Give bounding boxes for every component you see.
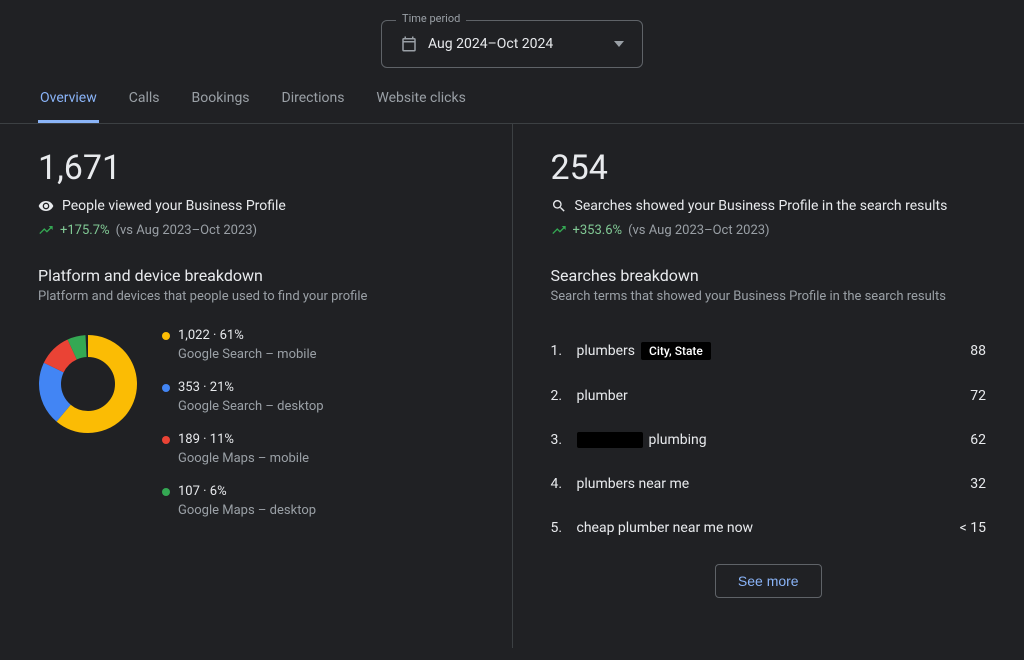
time-period-select[interactable]: Aug 2024–Oct 2024 [382, 21, 642, 67]
views-label-row: People viewed your Business Profile [38, 198, 474, 214]
searches-label-row: Searches showed your Business Profile in… [551, 198, 987, 214]
legend-value: 1,022 · 61% [178, 328, 244, 343]
legend-item: 107 · 6% Google Maps – desktop [162, 484, 324, 518]
search-term-row: 2.plumber72 [551, 374, 987, 418]
breakdown-sub: Platform and devices that people used to… [38, 289, 474, 304]
views-trend: +175.7% (vs Aug 2023–Oct 2023) [38, 222, 474, 238]
time-period-legend: Time period [396, 12, 466, 25]
legend-label: Google Search – mobile [178, 347, 324, 362]
search-term: plumber [577, 388, 971, 404]
eye-icon [38, 198, 54, 214]
search-term: plumbers near me [577, 476, 971, 492]
legend-dot [162, 488, 170, 496]
time-period-container: Time period Aug 2024–Oct 2024 [0, 0, 1024, 76]
search-term-row: 5.cheap plumber near me now< 15 [551, 506, 987, 550]
tab-bookings[interactable]: Bookings [190, 76, 252, 123]
see-more-wrap: See more [551, 564, 987, 598]
searches-trend: +353.6% (vs Aug 2023–Oct 2023) [551, 222, 987, 238]
chevron-down-icon [614, 39, 624, 49]
search-term-row: 1.plumbersCity, State88 [551, 328, 987, 374]
calendar-icon [400, 35, 418, 53]
search-icon [551, 198, 567, 214]
searches-breakdown-title: Searches breakdown [551, 266, 987, 285]
see-more-button[interactable]: See more [715, 564, 822, 598]
search-term-row: 4.plumbers near me32 [551, 462, 987, 506]
searches-label: Searches showed your Business Profile in… [575, 198, 948, 214]
search-term: plumbersCity, State [577, 342, 971, 360]
search-rank: 2. [551, 388, 577, 404]
search-count: < 15 [960, 520, 986, 536]
searches-breakdown-sub: Search terms that showed your Business P… [551, 289, 987, 304]
legend-value: 353 · 21% [178, 380, 234, 395]
views-trend-compare: (vs Aug 2023–Oct 2023) [116, 223, 258, 238]
search-count: 32 [970, 476, 986, 492]
views-label: People viewed your Business Profile [62, 198, 286, 214]
trend-up-icon [38, 222, 54, 238]
legend-dot [162, 436, 170, 444]
views-trend-pct: +175.7% [60, 223, 110, 238]
searches-trend-pct: +353.6% [573, 223, 623, 238]
search-rank: 1. [551, 343, 577, 359]
search-rank: 4. [551, 476, 577, 492]
legend-item: 1,022 · 61% Google Search – mobile [162, 328, 324, 362]
trend-up-icon [551, 222, 567, 238]
donut-section: 1,022 · 61% Google Search – mobile 353 · 2… [38, 328, 474, 518]
search-count: 62 [970, 432, 986, 448]
tab-website-clicks[interactable]: Website clicks [374, 76, 467, 123]
legend-dot [162, 384, 170, 392]
searches-trend-compare: (vs Aug 2023–Oct 2023) [628, 223, 770, 238]
search-terms-list: 1.plumbersCity, State882.plumber723.plum… [551, 328, 987, 550]
donut-legend: 1,022 · 61% Google Search – mobile 353 · 2… [162, 328, 324, 518]
time-period-field: Time period Aug 2024–Oct 2024 [381, 20, 643, 68]
legend-item: 353 · 21% Google Search – desktop [162, 380, 324, 414]
search-rank: 5. [551, 520, 577, 536]
panels: 1,671 People viewed your Business Profil… [0, 124, 1024, 648]
search-count: 72 [970, 388, 986, 404]
tabs: Overview Calls Bookings Directions Website c… [0, 76, 1024, 124]
legend-label: Google Search – desktop [178, 399, 324, 414]
tab-overview[interactable]: Overview [38, 76, 99, 123]
search-rank: 3. [551, 432, 577, 448]
legend-label: Google Maps – desktop [178, 503, 324, 518]
views-total: 1,671 [38, 148, 474, 188]
redacted-label: City, State [641, 342, 711, 360]
views-panel: 1,671 People viewed your Business Profil… [0, 124, 513, 648]
time-period-value: Aug 2024–Oct 2024 [428, 36, 604, 52]
searches-panel: 254 Searches showed your Business Profil… [513, 124, 1024, 648]
legend-dot [162, 332, 170, 340]
breakdown-title: Platform and device breakdown [38, 266, 474, 285]
searches-total: 254 [551, 148, 987, 188]
legend-value: 107 · 6% [178, 484, 227, 499]
tab-directions[interactable]: Directions [280, 76, 347, 123]
legend-value: 189 · 11% [178, 432, 234, 447]
search-count: 88 [970, 343, 986, 359]
tab-calls[interactable]: Calls [127, 76, 162, 123]
legend-label: Google Maps – mobile [178, 451, 324, 466]
legend-item: 189 · 11% Google Maps – mobile [162, 432, 324, 466]
donut-chart [38, 334, 138, 434]
redacted-blank [577, 432, 643, 448]
search-term: plumbing [577, 432, 971, 448]
search-term: cheap plumber near me now [577, 520, 960, 536]
search-term-row: 3.plumbing62 [551, 418, 987, 462]
